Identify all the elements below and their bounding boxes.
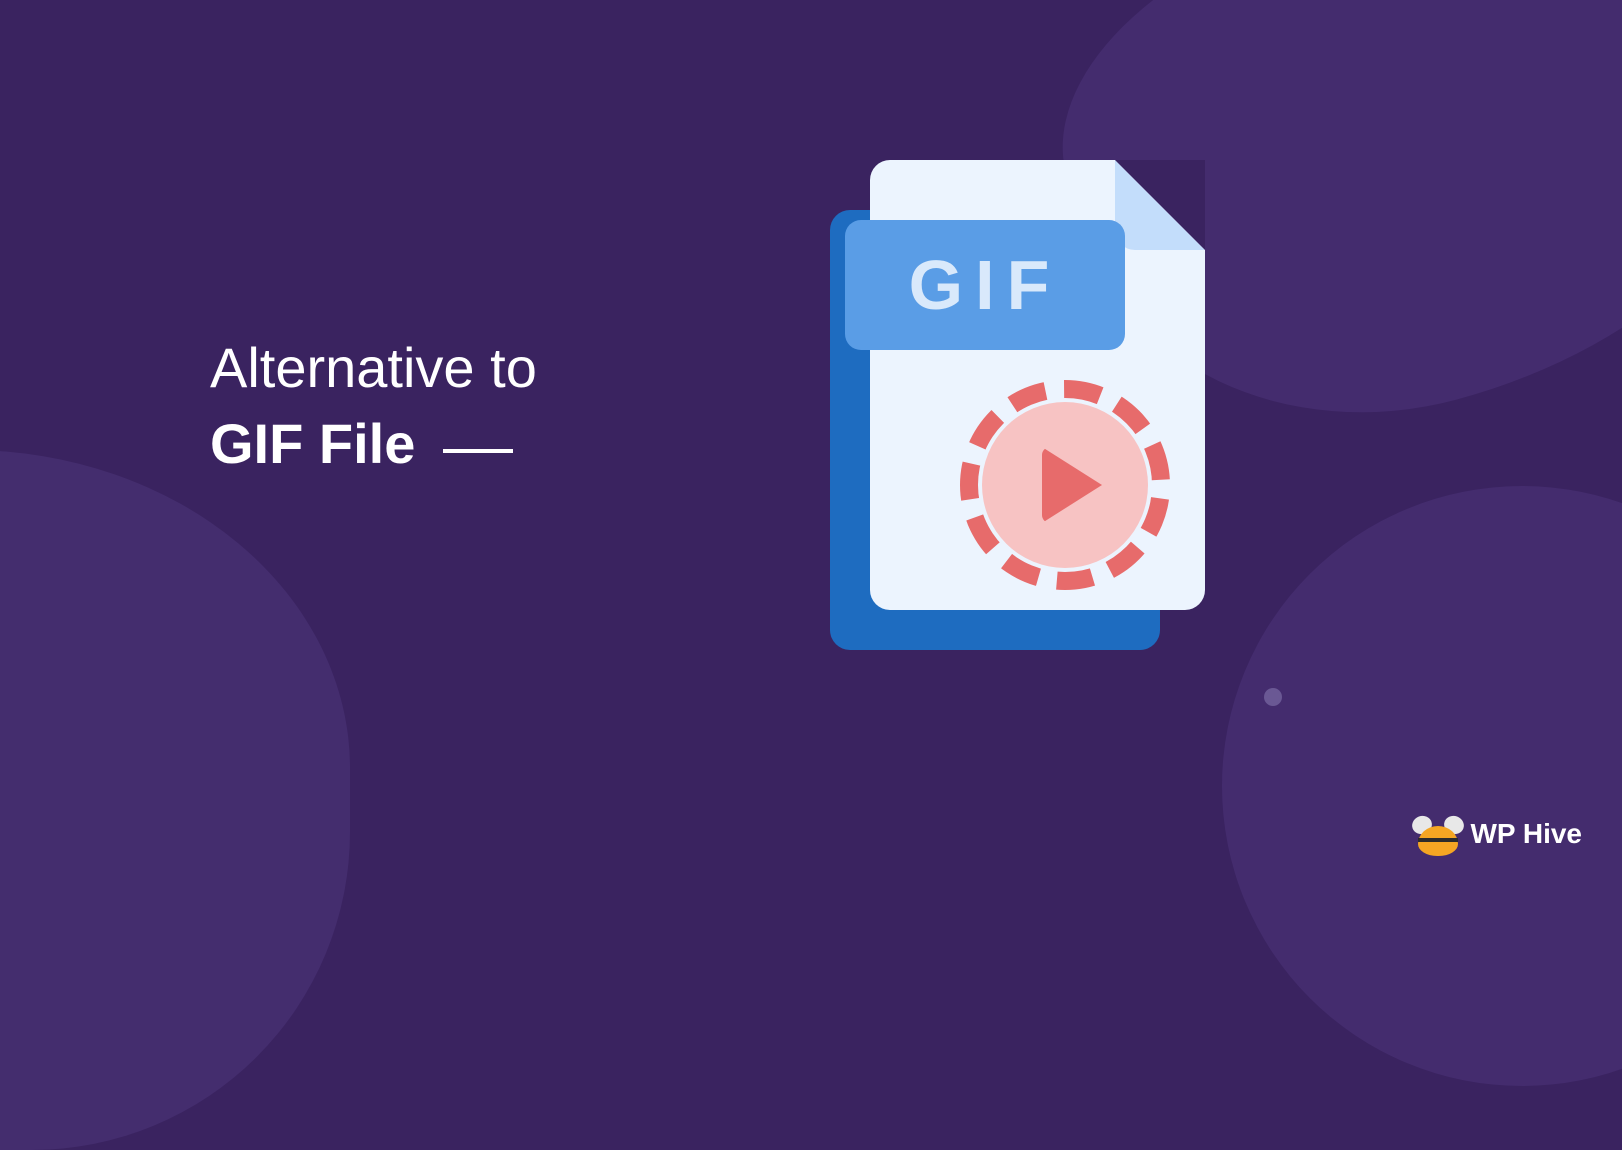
play-circle	[982, 402, 1148, 568]
file-front-layer: GIF	[870, 160, 1205, 610]
headline-line-1: Alternative to	[210, 330, 537, 406]
headline-line-2: GIF File	[210, 406, 415, 482]
headline-block: Alternative to GIF File	[210, 330, 537, 481]
hive-icon	[1416, 812, 1460, 856]
headline-underline	[443, 449, 513, 453]
gif-badge: GIF	[845, 220, 1125, 350]
brand-name: WP Hive	[1470, 818, 1582, 850]
decorative-shape-left	[0, 450, 350, 1150]
gif-file-icon: GIF	[820, 150, 1220, 690]
decorative-shape-bottom-right	[1222, 486, 1622, 1086]
brand-logo: WP Hive	[1416, 812, 1582, 856]
play-triangle-icon	[1042, 447, 1102, 523]
decorative-dot	[1264, 688, 1282, 706]
hive-stripe	[1418, 838, 1458, 842]
play-icon	[960, 380, 1170, 590]
